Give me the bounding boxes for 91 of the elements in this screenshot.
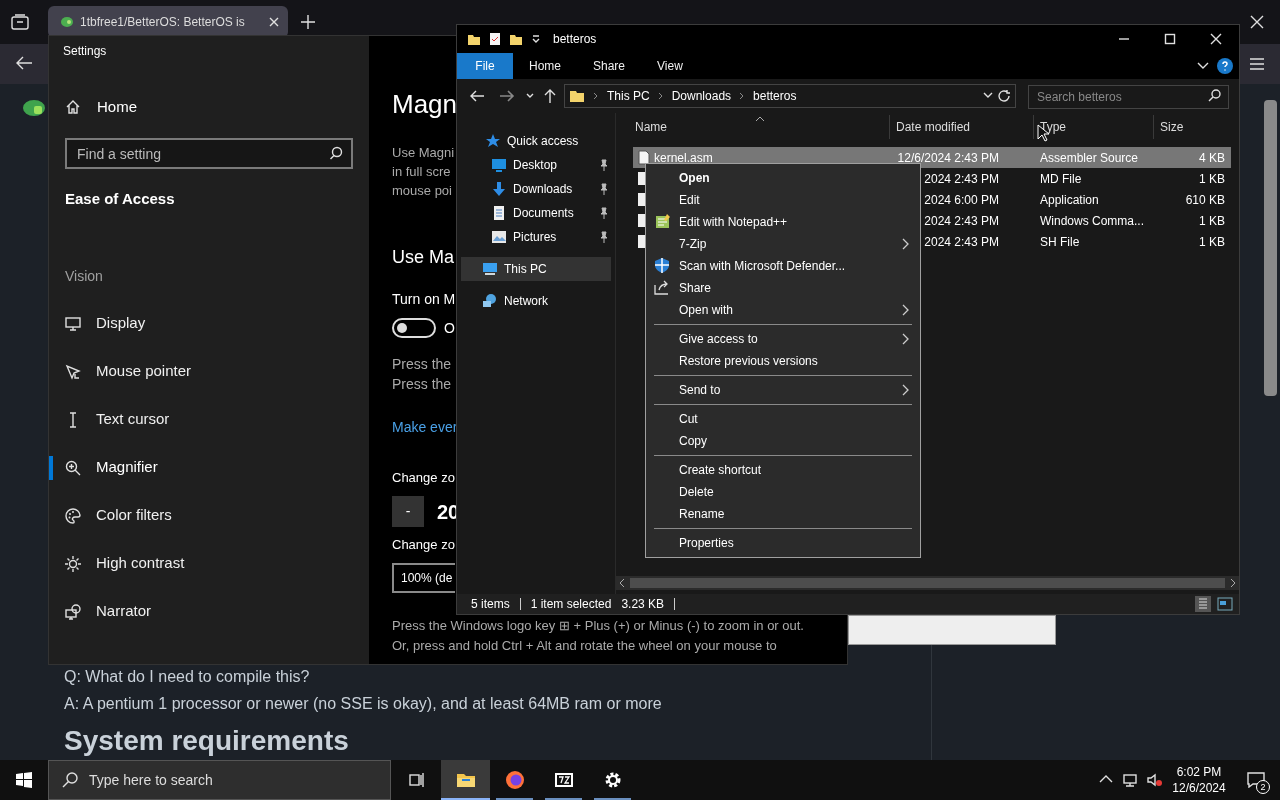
- notification-button[interactable]: 2: [1232, 760, 1280, 800]
- column-header[interactable]: Name: [633, 115, 889, 139]
- link[interactable]: Make ever: [392, 417, 458, 437]
- nav-item[interactable]: Network: [461, 289, 611, 313]
- breadcrumb[interactable]: Downloads: [671, 87, 732, 105]
- minus-button[interactable]: -: [392, 496, 424, 527]
- section-heading: Use Ma: [392, 246, 454, 269]
- section-label: Vision: [64, 266, 104, 286]
- clock[interactable]: 6:02 PM 12/6/2024: [1166, 760, 1232, 800]
- menu-item[interactable]: Share: [646, 277, 920, 299]
- table-cell-text: Application: [1039, 191, 1100, 209]
- ribbon-tab[interactable]: Share: [577, 53, 642, 79]
- dropdown[interactable]: 100% (de: [392, 563, 455, 593]
- menu-item[interactable]: Send to: [646, 379, 920, 401]
- browser-tab[interactable]: 1tbfree1/BetterOS: BetterOS is: [48, 6, 288, 38]
- table-cell-text: 2024 2:43 PM: [924, 212, 999, 230]
- address-bar[interactable]: This PC Downloads betteros: [564, 84, 1016, 108]
- window-title: Settings: [62, 43, 108, 60]
- menu-item[interactable]: Open with: [646, 299, 920, 321]
- window-title: betteros: [553, 31, 597, 48]
- menu-item[interactable]: Edit with Notepad++: [646, 211, 920, 233]
- nav-item[interactable]: Magnifier: [49, 443, 369, 492]
- page-text: Q: What do I need to compile this?: [64, 667, 310, 687]
- search-field[interactable]: Search betteros: [1028, 85, 1229, 109]
- table-cell-text: 610 KB: [1184, 191, 1226, 209]
- table-cell-text: 2024 2:43 PM: [924, 170, 999, 188]
- home-item[interactable]: Home: [49, 91, 369, 123]
- item-count: 5 items: [471, 596, 510, 613]
- field-label: Change zo: [392, 536, 455, 554]
- description-text: mouse poi: [392, 182, 452, 200]
- table-cell-text: 4 KB: [1198, 149, 1226, 167]
- menu-item[interactable]: Properties: [646, 532, 920, 554]
- table-cell-text: Windows Comma...: [1039, 212, 1146, 230]
- breadcrumb[interactable]: This PC: [607, 87, 650, 105]
- field-label: Change zo: [392, 469, 455, 487]
- menu-item[interactable]: Rename: [646, 503, 920, 525]
- ribbon-tab[interactable]: File: [457, 53, 513, 79]
- page-heading: System requirements: [64, 725, 349, 757]
- menu-item[interactable]: Open: [646, 167, 920, 189]
- hint-text: Press the: [392, 375, 452, 394]
- nav-item[interactable]: Mouse pointer: [49, 347, 369, 396]
- file-name: kernel.asm: [654, 149, 713, 167]
- menu-item[interactable]: Cut: [646, 408, 920, 430]
- menu-item[interactable]: Create shortcut: [646, 459, 920, 481]
- page-text: A: A pentium 1 processor or newer (no SSE is okay), and at least 64MB ram or more: [64, 694, 662, 714]
- selection-info: 1 item selected: [530, 596, 612, 613]
- nav-item[interactable]: Desktop: [461, 153, 611, 177]
- hint-text: Press the Windows logo key ⊞ + Plus (+) or Minus (-) to zoom in or out.: [392, 617, 805, 634]
- description-text: Use Magni: [392, 144, 455, 162]
- hint-text: Or, press and hold Ctrl + Alt and rotate the wheel on your mouse to: [392, 637, 777, 654]
- search-field[interactable]: Find a setting: [65, 138, 353, 169]
- nav-item[interactable]: Quick access: [461, 129, 611, 153]
- nav-item[interactable]: Downloads: [461, 177, 611, 201]
- nav-item[interactable]: High contrast: [49, 539, 369, 588]
- table-cell-text: 2024 2:43 PM: [924, 233, 999, 251]
- description-text: in full scre: [392, 163, 451, 181]
- nav-item[interactable]: Text cursor: [49, 395, 369, 444]
- breadcrumb[interactable]: betteros: [753, 87, 797, 105]
- menu-item[interactable]: Give access to: [646, 328, 920, 350]
- table-cell-text: 12/6/2024 2:43 PM: [897, 149, 999, 167]
- column-header[interactable]: Size: [1153, 115, 1229, 139]
- page-title: Magn: [392, 88, 458, 121]
- nav-item[interactable]: Display: [49, 299, 369, 348]
- nav-item[interactable]: Pictures: [461, 225, 611, 249]
- nav-item[interactable]: Documents: [461, 201, 611, 225]
- selection-size: 3.23 KB: [621, 596, 665, 613]
- table-cell-text: 2024 6:00 PM: [924, 191, 999, 209]
- menu-item[interactable]: Copy: [646, 430, 920, 452]
- hint-text: Press the: [392, 355, 452, 374]
- nav-item[interactable]: Narrator: [49, 587, 369, 636]
- table-cell-text: 1 KB: [1198, 212, 1226, 230]
- nav-item[interactable]: This PC: [461, 257, 611, 281]
- ribbon-tab[interactable]: View: [641, 53, 699, 79]
- menu-item[interactable]: Edit: [646, 189, 920, 211]
- menu-item[interactable]: Scan with Microsoft Defender...: [646, 255, 920, 277]
- ribbon-tab[interactable]: Home: [513, 53, 577, 79]
- table-cell-text: SH File: [1039, 233, 1081, 251]
- menu-item[interactable]: 7-Zip: [646, 233, 920, 255]
- column-header[interactable]: Date modified: [889, 115, 1033, 139]
- search-field[interactable]: Type here to search: [48, 760, 391, 800]
- nav-item[interactable]: Color filters: [49, 491, 369, 540]
- table-cell-text: 1 KB: [1198, 233, 1226, 251]
- table-cell-text: Assembler Source: [1039, 149, 1140, 167]
- table-cell-text: 1 KB: [1198, 170, 1226, 188]
- toggle-label: Turn on M: [392, 290, 456, 309]
- toggle-state: O: [444, 318, 455, 338]
- menu-item[interactable]: Restore previous versions: [646, 350, 920, 372]
- category-title: Ease of Access: [64, 189, 176, 209]
- notification-count: 2: [1256, 780, 1270, 794]
- table-cell-text: MD File: [1039, 170, 1083, 188]
- menu-item[interactable]: Delete: [646, 481, 920, 503]
